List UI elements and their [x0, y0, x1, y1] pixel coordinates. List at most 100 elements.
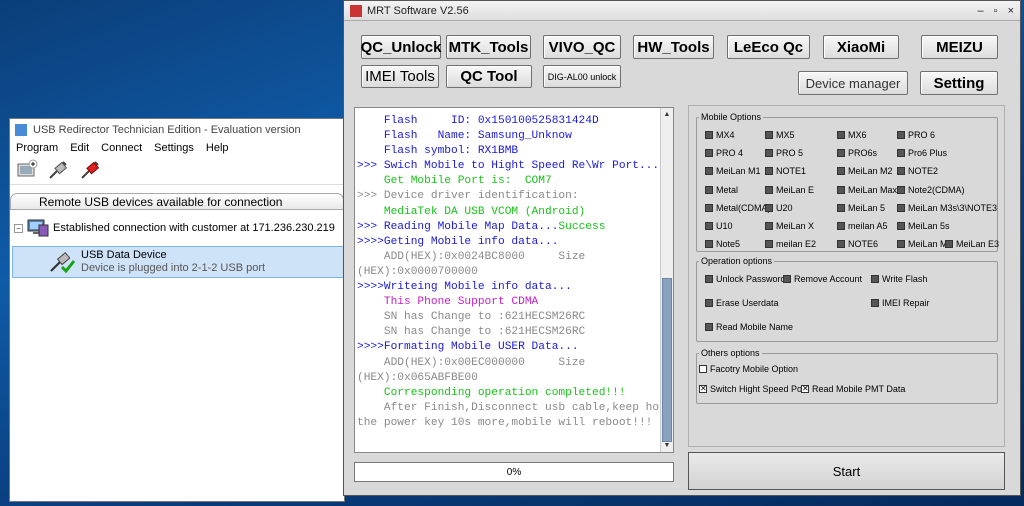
- connect-button[interactable]: [46, 157, 72, 183]
- checkbox-icon[interactable]: [837, 131, 845, 139]
- qc-tool-button[interactable]: QC Tool: [446, 65, 532, 88]
- hw-tools-button[interactable]: HW_Tools: [633, 35, 714, 59]
- checkbox-icon[interactable]: [871, 299, 879, 307]
- checkbox-icon[interactable]: [705, 299, 713, 307]
- device-manager-button[interactable]: Device manager: [798, 71, 908, 95]
- operation-option-checkbox[interactable]: IMEI Repair: [871, 298, 930, 308]
- checkbox-icon[interactable]: [705, 167, 713, 176]
- mobile-option-checkbox[interactable]: PRO 5: [765, 148, 803, 158]
- checkbox-icon[interactable]: [705, 222, 713, 230]
- maximize-button[interactable]: ▫: [994, 5, 998, 17]
- mobile-option-checkbox[interactable]: MeiLan M1: [705, 166, 761, 176]
- mobile-option-checkbox[interactable]: PRO 4: [705, 148, 743, 158]
- mobile-option-checkbox[interactable]: Metal(CDMA): [705, 203, 771, 213]
- scroll-down-arrow-icon[interactable]: ▼: [661, 439, 673, 452]
- scroll-thumb[interactable]: [662, 278, 672, 442]
- mobile-option-checkbox[interactable]: MX4: [705, 130, 735, 140]
- leeco-qc-button[interactable]: LeEco Qc: [727, 35, 810, 59]
- mtk-tools-button[interactable]: MTK_Tools: [446, 35, 531, 59]
- checkbox-icon[interactable]: [765, 185, 773, 194]
- xiaomi-button[interactable]: XiaoMi: [823, 35, 899, 59]
- checkbox-icon[interactable]: [705, 323, 713, 331]
- operation-option-checkbox[interactable]: Read Mobile Name: [705, 322, 793, 332]
- usb-data-device-row[interactable]: USB Data Device Device is plugged into 2…: [12, 246, 344, 278]
- checkbox-icon[interactable]: [897, 203, 905, 212]
- mobile-option-checkbox[interactable]: MX5: [765, 130, 795, 140]
- vivo-qc-button[interactable]: VIVO_QC: [543, 35, 621, 59]
- mobile-option-checkbox[interactable]: MX6: [837, 130, 867, 140]
- checkbox-icon[interactable]: [705, 203, 713, 212]
- connection-row[interactable]: − Established connection with customer a…: [10, 216, 344, 240]
- checkbox-icon[interactable]: [705, 240, 713, 249]
- checkbox-icon[interactable]: [765, 149, 773, 158]
- checkbox-icon[interactable]: [705, 149, 713, 158]
- close-button[interactable]: ×: [1008, 5, 1014, 17]
- menu-edit[interactable]: Edit: [70, 142, 89, 154]
- mrt-titlebar[interactable]: MRT Software V2.56 – ▫ ×: [344, 1, 1020, 21]
- operation-option-checkbox[interactable]: Remove Account: [783, 274, 862, 284]
- checkbox-icon[interactable]: [699, 365, 707, 373]
- scroll-up-arrow-icon[interactable]: ▲: [661, 108, 673, 121]
- checkbox-icon[interactable]: [837, 240, 845, 249]
- mobile-option-checkbox[interactable]: MeiLan M3s\3\NOTE3: [897, 203, 997, 213]
- mobile-option-checkbox[interactable]: U20: [765, 203, 793, 213]
- checkbox-icon[interactable]: [837, 203, 845, 212]
- checkbox-icon[interactable]: [897, 185, 905, 194]
- operation-option-checkbox[interactable]: Unlock Password: [705, 274, 786, 284]
- checkbox-icon[interactable]: [705, 185, 713, 194]
- mobile-option-checkbox[interactable]: Note5: [705, 239, 740, 249]
- mobile-option-checkbox[interactable]: MeiLan M2: [837, 166, 893, 176]
- mobile-option-checkbox[interactable]: meilan A5: [837, 221, 888, 231]
- mobile-option-checkbox[interactable]: NOTE1: [765, 166, 806, 176]
- usb-redirector-titlebar[interactable]: USB Redirector Technician Edition - Eval…: [10, 119, 344, 141]
- checkbox-icon[interactable]: [897, 222, 905, 230]
- checkbox-icon[interactable]: [837, 149, 845, 158]
- mobile-option-checkbox[interactable]: meilan E2: [765, 239, 816, 249]
- checkbox-icon[interactable]: [783, 275, 791, 283]
- checkbox-icon[interactable]: [705, 131, 713, 139]
- mobile-option-checkbox[interactable]: NOTE6: [837, 239, 878, 249]
- checkbox-icon[interactable]: [765, 167, 773, 176]
- setting-button[interactable]: Setting: [920, 71, 998, 95]
- checkbox-icon[interactable]: [765, 131, 773, 139]
- checkbox-icon[interactable]: [871, 275, 879, 283]
- mobile-option-checkbox[interactable]: MeiLan Max: [837, 185, 897, 195]
- qc-unlock-button[interactable]: QC_Unlock: [361, 35, 441, 59]
- mobile-option-checkbox[interactable]: PRO6s: [837, 148, 877, 158]
- collapse-toggle[interactable]: −: [14, 223, 23, 233]
- checkbox-icon[interactable]: [705, 275, 713, 283]
- checkbox-icon[interactable]: [897, 167, 905, 176]
- mobile-option-checkbox[interactable]: MeiLan 5s: [897, 221, 950, 231]
- disconnect-button[interactable]: [78, 157, 104, 183]
- mobile-option-checkbox[interactable]: MeiLan X: [765, 221, 814, 231]
- menu-help[interactable]: Help: [206, 142, 229, 154]
- checkbox-icon[interactable]: ✕: [699, 385, 707, 393]
- operation-option-checkbox[interactable]: Write Flash: [871, 274, 927, 284]
- menu-program[interactable]: Program: [16, 142, 58, 154]
- meizu-button[interactable]: MEIZU: [921, 35, 998, 59]
- mobile-option-checkbox[interactable]: U10: [705, 221, 733, 231]
- menu-connect[interactable]: Connect: [101, 142, 142, 154]
- mobile-option-checkbox[interactable]: MeiLan E3: [945, 239, 999, 249]
- others-option-checkbox[interactable]: ✕ Read Mobile PMT Data: [801, 384, 905, 394]
- checkbox-icon[interactable]: [837, 185, 845, 194]
- mobile-option-checkbox[interactable]: MeiLan 5: [837, 203, 885, 213]
- checkbox-icon[interactable]: ✕: [801, 385, 809, 393]
- others-option-checkbox[interactable]: Facotry Mobile Option: [699, 364, 798, 374]
- checkbox-icon[interactable]: [897, 149, 905, 158]
- mobile-option-checkbox[interactable]: Metal: [705, 185, 738, 195]
- checkbox-icon[interactable]: [897, 131, 905, 139]
- start-button[interactable]: Start: [688, 452, 1005, 490]
- mobile-option-checkbox[interactable]: MeiLan E: [765, 185, 814, 195]
- menu-settings[interactable]: Settings: [154, 142, 194, 154]
- checkbox-icon[interactable]: [765, 203, 773, 212]
- log-scrollbar[interactable]: ▲ ▼: [660, 108, 673, 452]
- checkbox-icon[interactable]: [765, 240, 773, 249]
- mobile-option-checkbox[interactable]: Pro6 Plus: [897, 148, 947, 158]
- checkbox-icon[interactable]: [837, 167, 845, 176]
- imei-tools-button[interactable]: IMEI Tools: [361, 65, 439, 88]
- mobile-option-checkbox[interactable]: Note2(CDMA): [897, 185, 965, 195]
- checkbox-icon[interactable]: [765, 222, 773, 230]
- checkbox-icon[interactable]: [837, 222, 845, 230]
- log-console[interactable]: Flash ID: 0x150100525831424D Flash Name:…: [354, 107, 674, 453]
